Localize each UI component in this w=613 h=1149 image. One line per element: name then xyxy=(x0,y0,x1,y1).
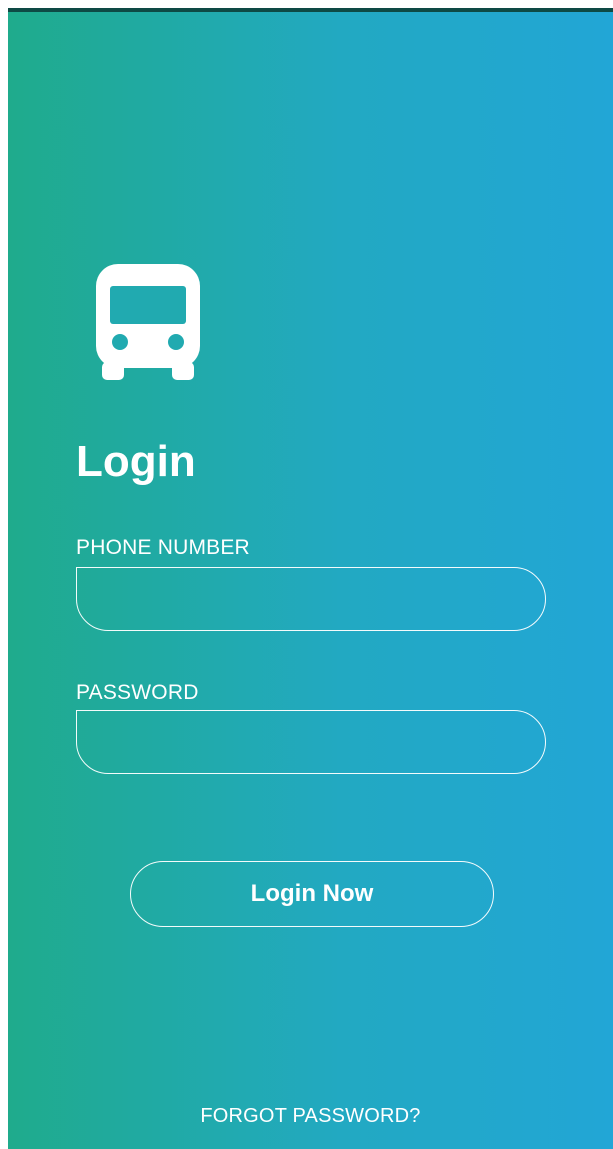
screen: Login PHONE NUMBER PASSWORD Login Now FO… xyxy=(0,0,613,1149)
phone-number-input[interactable] xyxy=(76,567,546,631)
bus-icon xyxy=(96,264,200,380)
forgot-password-link[interactable]: FORGOT PASSWORD? xyxy=(8,1105,613,1128)
password-label: PASSWORD xyxy=(76,681,199,704)
password-input[interactable] xyxy=(76,710,546,774)
forgot-password-label: FORGOT PASSWORD? xyxy=(200,1105,421,1127)
phone-number-label: PHONE NUMBER xyxy=(76,536,250,559)
login-screen: Login PHONE NUMBER PASSWORD Login Now FO… xyxy=(8,8,613,1149)
login-now-button[interactable]: Login Now xyxy=(130,861,494,927)
page-title: Login xyxy=(76,437,196,486)
status-bar xyxy=(8,8,613,12)
